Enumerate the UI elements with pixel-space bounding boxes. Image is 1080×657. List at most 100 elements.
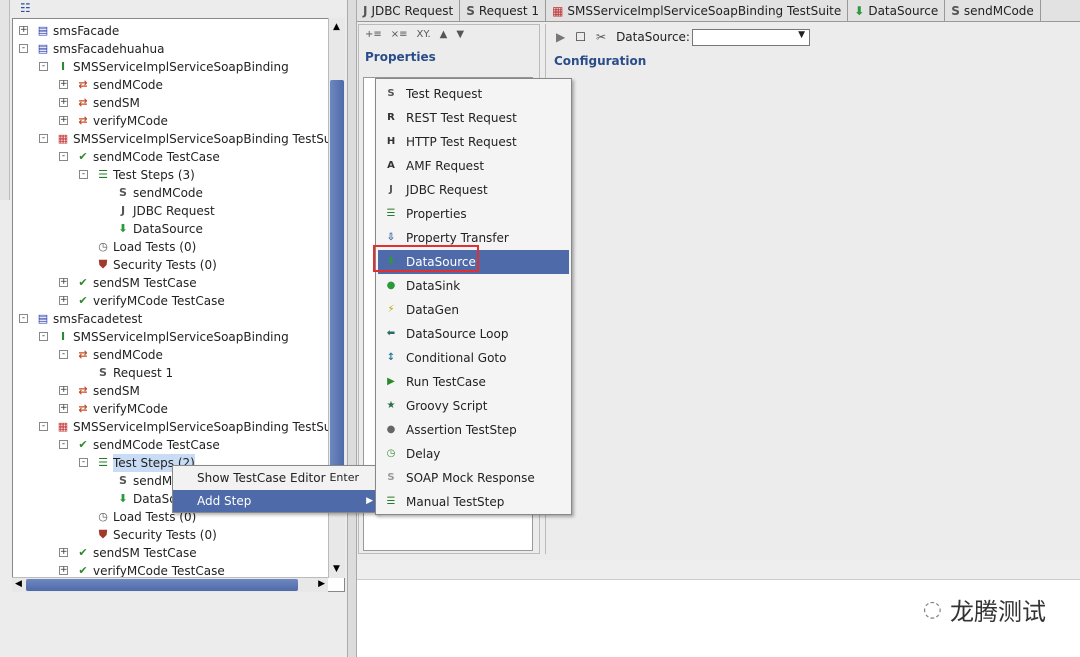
submenu-item[interactable]: ⚡ DataGen (378, 298, 569, 322)
tree-node[interactable]: - ✔ sendMCode TestCase (13, 436, 343, 454)
tab[interactable]: S Request 1 (460, 0, 547, 22)
scroll-right-icon[interactable]: ▶ (318, 579, 325, 589)
jdbc-icon: J (120, 204, 126, 217)
collapse-icon[interactable]: - (39, 332, 48, 341)
expand-icon[interactable]: + (59, 296, 68, 305)
scroll-down-icon[interactable]: ▼ (333, 564, 340, 574)
expand-icon[interactable]: + (59, 566, 68, 575)
tree-node[interactable]: ⬇ DataSource (13, 220, 343, 238)
menu-item-show-testcase-editor[interactable]: Show TestCase Editor Enter (173, 467, 377, 489)
menu-item-add-step[interactable]: Add Step ▶ (173, 490, 377, 512)
collapse-icon[interactable]: - (59, 152, 68, 161)
stop-icon[interactable]: ☐ (575, 30, 586, 44)
remove-property-icon[interactable]: ×≡ (391, 29, 408, 40)
expand-icon[interactable]: + (59, 404, 68, 413)
tree-node[interactable]: - I SMSServiceImplServiceSoapBinding (13, 328, 343, 346)
submenu-item-label: Groovy Script (406, 399, 488, 413)
add-property-icon[interactable]: +≡ (365, 29, 382, 40)
tree-node[interactable]: - ☰ Test Steps (3) (13, 166, 343, 184)
submenu-arrow-icon: ▶ (366, 496, 373, 506)
tree-node[interactable]: - ▦ SMSServiceImplServiceSoapBinding TestS… (13, 130, 344, 148)
tree-node[interactable]: ◷ Load Tests (0) (13, 238, 343, 256)
testcase-icon: ✔ (78, 294, 88, 307)
collapse-icon[interactable]: - (79, 170, 88, 179)
submenu-item[interactable]: ◷ Delay (378, 442, 569, 466)
tree-node[interactable]: ⛊ Security Tests (0) (13, 526, 343, 544)
collapse-icon[interactable]: - (39, 62, 48, 71)
submenu-item[interactable]: ⬅ DataSource Loop (378, 322, 569, 346)
project-icon: ▤ (37, 24, 49, 37)
project-icon: ▤ (37, 312, 49, 325)
tab[interactable]: J JDBC Request (357, 0, 461, 22)
collapse-icon[interactable]: - (39, 422, 48, 431)
scroll-up-icon[interactable]: ▲ (333, 22, 340, 32)
tree-node[interactable]: + ⇄ sendSM (13, 382, 343, 400)
submenu-item[interactable]: ● DataSink (378, 274, 569, 298)
expand-icon[interactable]: + (59, 278, 68, 287)
submenu-item[interactable]: A AMF Request (378, 154, 569, 178)
scroll-thumb[interactable] (330, 80, 344, 510)
submenu-item[interactable]: ☰ Manual TestStep (378, 490, 569, 514)
collapse-icon[interactable]: - (19, 314, 28, 323)
run-icon[interactable]: ▶ (556, 30, 565, 44)
expand-icon[interactable]: + (59, 386, 68, 395)
submenu-item[interactable]: ● Assertion TestStep (378, 418, 569, 442)
tree-node[interactable]: + ⇄ verifyMCode (13, 400, 343, 418)
tree-node[interactable]: + ⇄ sendSM (13, 94, 343, 112)
scroll-left-icon[interactable]: ◀ (15, 579, 22, 589)
collapse-icon[interactable]: - (59, 350, 68, 359)
expand-icon[interactable]: + (59, 80, 68, 89)
tree-node[interactable]: + ✔ sendSM TestCase (13, 274, 343, 292)
tree-node[interactable]: + ✔ sendSM TestCase (13, 544, 343, 562)
wechat-logo-icon: ◌ (922, 597, 942, 622)
tree-toolbar-icon[interactable]: ☷ (20, 1, 31, 15)
tree-node[interactable]: - ⇄ sendMCode (13, 346, 343, 364)
submenu-item[interactable]: R REST Test Request (378, 106, 569, 130)
move-up-icon[interactable]: ▲ (440, 29, 448, 40)
move-down-icon[interactable]: ▼ (456, 29, 464, 40)
navigator-side-tab[interactable] (0, 0, 10, 200)
expand-icon[interactable]: + (59, 98, 68, 107)
datasource-select[interactable]: ▼ (691, 28, 810, 46)
submenu-item[interactable]: H HTTP Test Request (378, 130, 569, 154)
tree-node[interactable]: - ▤ smsFacadetest (13, 310, 343, 328)
tree-node[interactable]: ⛊ Security Tests (0) (13, 256, 343, 274)
tree-node[interactable]: - ▦ SMSServiceImplServiceSoapBinding TestS… (13, 418, 344, 436)
tree-node[interactable]: + ⇄ verifyMCode (13, 112, 343, 130)
tree-node[interactable]: - ▤ smsFacadehuahua (13, 40, 343, 58)
delay-clock-icon: ◷ (386, 448, 396, 459)
tree-node[interactable]: - I SMSServiceImplServiceSoapBinding (13, 58, 343, 76)
collapse-icon[interactable]: - (79, 458, 88, 467)
panel-splitter[interactable] (347, 0, 357, 657)
collapse-icon[interactable]: - (19, 44, 28, 53)
submenu-item[interactable]: J JDBC Request (378, 178, 569, 202)
expand-icon[interactable]: + (19, 26, 28, 35)
tree-node[interactable]: J JDBC Request (13, 202, 343, 220)
tree-node[interactable]: + ✔ verifyMCode TestCase (13, 292, 343, 310)
tab[interactable]: SsendMCode (945, 0, 1041, 22)
expand-icon[interactable]: + (59, 116, 68, 125)
submenu-item-label: Assertion TestStep (406, 423, 517, 437)
manual-icon: ☰ (386, 496, 396, 507)
tab[interactable]: ▦ SMSServiceImplServiceSoapBinding TestSu… (546, 0, 849, 22)
submenu-item[interactable]: ↕ Conditional Goto (378, 346, 569, 370)
submenu-item[interactable]: S SOAP Mock Response (378, 466, 569, 490)
submenu-item[interactable]: ★ Groovy Script (378, 394, 569, 418)
tree-node[interactable]: SsendMCode (13, 184, 343, 202)
tools-icon[interactable]: ✂ (596, 30, 606, 44)
expand-icon[interactable]: + (59, 548, 68, 557)
tab[interactable]: ⬇ DataSource (848, 0, 946, 22)
tree-node[interactable]: + ▤ smsFacade (13, 22, 343, 40)
tree-horizontal-scrollbar[interactable]: ◀ ▶ (12, 577, 328, 592)
tree-node[interactable]: S Request 1 (13, 364, 343, 382)
tree-node[interactable]: - ✔ sendMCode TestCase (13, 148, 343, 166)
submenu-item[interactable]: S Test Request (378, 82, 569, 106)
submenu-item[interactable]: ▶ Run TestCase (378, 370, 569, 394)
scroll-thumb[interactable] (26, 579, 298, 591)
submenu-item[interactable]: ☰ Properties (378, 202, 569, 226)
xy-icon[interactable]: XY. (417, 29, 431, 40)
soap-icon: S (387, 88, 395, 99)
collapse-icon[interactable]: - (39, 134, 48, 143)
tree-node[interactable]: + ⇄ sendMCode (13, 76, 343, 94)
collapse-icon[interactable]: - (59, 440, 68, 449)
